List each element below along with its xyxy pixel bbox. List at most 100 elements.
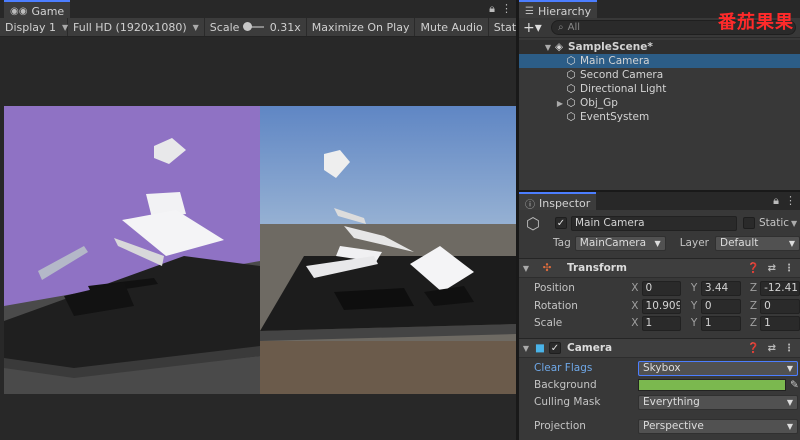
scale-slider[interactable] (243, 22, 264, 31)
help-icon[interactable]: ❓ (747, 263, 759, 274)
projection-dropdown[interactable]: Perspective ▼ (638, 418, 798, 434)
lock-icon[interactable]: 🔒︎ (773, 194, 779, 208)
rotation-z-field[interactable]: 0 (760, 298, 800, 314)
search-icon: ⌕ (558, 22, 564, 33)
scale-row: Scale X 1 Y 1 Z 1 (519, 315, 800, 331)
game-viewport[interactable] (4, 106, 516, 394)
chevron-down-icon: ▼ (192, 22, 199, 32)
info-icon: ⓘ (525, 199, 535, 211)
expand-arrow-icon[interactable]: ▶ (555, 99, 565, 108)
display-dropdown[interactable]: Display 1 ▼ (0, 18, 68, 36)
inspector-panel: ⓘ Inspector 🔒︎ ⋮ ⬡ ✓ Main Camera Static … (519, 192, 800, 440)
culling-mask-dropdown[interactable]: Everything ▼ (638, 394, 798, 410)
object-name-field[interactable]: Main Camera (571, 215, 737, 231)
game-tab-tools: 🔒︎ ⋮ (489, 2, 512, 16)
tag-dropdown[interactable]: MainCamera ▼ (574, 235, 666, 251)
hierarchy-list-icon: ☰ (525, 5, 534, 17)
hierarchy-tabbar: ☰ Hierarchy 番茄果果 (519, 0, 800, 33)
position-z-field[interactable]: -12.41 (760, 280, 800, 296)
more-menu-icon[interactable]: ⋮ (785, 194, 796, 208)
watermark-text: 番茄果果 (718, 12, 794, 33)
static-label: Static (759, 217, 790, 229)
component-tools: ❓ ⇄ ⋮ (747, 343, 794, 354)
lock-icon[interactable]: 🔒︎ (489, 2, 495, 16)
object-header: ⬡ ✓ Main Camera Static ▼ (519, 213, 800, 233)
position-y-field[interactable]: 3.44 (700, 280, 741, 296)
transform-title: Transform (567, 262, 627, 274)
chevron-down-icon: ▼ (788, 238, 795, 248)
scene-row[interactable]: ▼ ◈ SampleScene* (519, 40, 800, 54)
chevron-down-icon: ▼ (786, 421, 793, 431)
culling-mask-label: Culling Mask (534, 396, 601, 408)
background-label: Background (534, 379, 597, 391)
tab-inspector-label: Inspector (539, 196, 591, 210)
more-menu-icon[interactable]: ⋮ (784, 343, 794, 354)
camera-header[interactable]: ▼ ■ ✓ Camera ❓ ⇄ ⋮ (519, 338, 800, 358)
tab-game[interactable]: ◉◉ Game (4, 0, 71, 18)
unity-scene-icon: ◈ (554, 41, 564, 53)
background-row: Background ✎ (519, 377, 800, 393)
stats-button[interactable]: Stats (489, 18, 516, 36)
camera-icon: ■ (535, 342, 545, 354)
fold-arrow-icon[interactable]: ▼ (519, 344, 533, 353)
position-label: Position (534, 282, 575, 294)
mute-audio-button[interactable]: Mute Audio (415, 18, 489, 36)
hierarchy-item-eventsystem[interactable]: ⬡ EventSystem (519, 110, 800, 124)
tab-hierarchy[interactable]: ☰ Hierarchy (519, 0, 598, 18)
rotation-x-field[interactable]: 10.909 (641, 298, 682, 314)
display-label: Display 1 (5, 20, 57, 34)
maximize-on-play-button[interactable]: Maximize On Play (307, 18, 416, 36)
tab-hierarchy-label: Hierarchy (537, 4, 592, 18)
eyedropper-icon[interactable]: ✎ (790, 379, 799, 391)
axis-y-label: Y (690, 300, 698, 312)
background-color-swatch[interactable] (638, 379, 786, 391)
inspector-tab-tools: 🔒︎ ⋮ (773, 194, 796, 208)
clear-flags-row: Clear Flags Skybox ▼ (519, 360, 800, 376)
preset-icon[interactable]: ⇄ (768, 263, 776, 274)
position-row: Position X 0 Y 3.44 Z -12.41 (519, 280, 800, 296)
position-x-field[interactable]: 0 (641, 280, 682, 296)
chevron-down-icon[interactable]: ▼ (791, 219, 797, 228)
rotation-y-field[interactable]: 0 (700, 298, 741, 314)
fold-arrow-icon[interactable]: ▼ (519, 264, 533, 273)
clear-flags-dropdown[interactable]: Skybox ▼ (638, 360, 798, 376)
tab-inspector[interactable]: ⓘ Inspector (519, 192, 597, 211)
expand-arrow-icon[interactable]: ▼ (543, 43, 553, 52)
layer-dropdown[interactable]: Default ▼ (714, 235, 800, 251)
tag-label: Tag (553, 237, 571, 249)
hierarchy-item-main-camera[interactable]: ⬡ Main Camera (519, 54, 800, 68)
projection-value: Perspective (643, 420, 704, 432)
static-checkbox[interactable] (743, 217, 755, 229)
rotation-row: Rotation X 10.909 Y 0 Z 0 (519, 298, 800, 314)
transform-axes-icon: ✣ (542, 262, 552, 274)
hierarchy-item-label: Obj_Gp (580, 97, 618, 109)
active-checkbox[interactable]: ✓ (555, 217, 567, 229)
scale-x-field[interactable]: 1 (641, 315, 682, 331)
gameobject-cube-icon: ⬡ (566, 55, 576, 67)
scale-z-field[interactable]: 1 (760, 315, 800, 331)
camera-enabled-checkbox[interactable]: ✓ (549, 342, 561, 354)
layer-value: Default (719, 237, 759, 249)
gamepad-icon: ◉◉ (10, 5, 28, 17)
resolution-dropdown[interactable]: Full HD (1920x1080) ▼ (68, 18, 205, 36)
gameobject-cube-icon: ⬡ (566, 97, 576, 109)
camera-title: Camera (567, 342, 613, 354)
hierarchy-item-second-camera[interactable]: ⬡ Second Camera (519, 68, 800, 82)
hierarchy-item-directional-light[interactable]: ⬡ Directional Light (519, 82, 800, 96)
preset-icon[interactable]: ⇄ (768, 343, 776, 354)
scale-control[interactable]: Scale 0.31x (205, 18, 307, 36)
more-menu-icon[interactable]: ⋮ (784, 263, 794, 274)
add-object-button[interactable]: +▾ (523, 20, 547, 36)
more-menu-icon[interactable]: ⋮ (501, 2, 512, 16)
scale-y-field[interactable]: 1 (700, 315, 741, 331)
tag-value: MainCamera (579, 237, 647, 249)
transform-header[interactable]: ▼ ✣ Transform ❓ ⇄ ⋮ (519, 258, 800, 278)
chevron-down-icon: ▼ (786, 397, 793, 407)
axis-z-label: Z (749, 317, 758, 329)
axis-z-label: Z (749, 282, 758, 294)
gameobject-cube-icon: ⬡ (526, 213, 540, 233)
help-icon[interactable]: ❓ (747, 343, 759, 354)
rotation-label: Rotation (534, 300, 578, 312)
hierarchy-item-obj-gp[interactable]: ▶ ⬡ Obj_Gp (519, 96, 800, 110)
object-name-value: Main Camera (575, 217, 645, 229)
